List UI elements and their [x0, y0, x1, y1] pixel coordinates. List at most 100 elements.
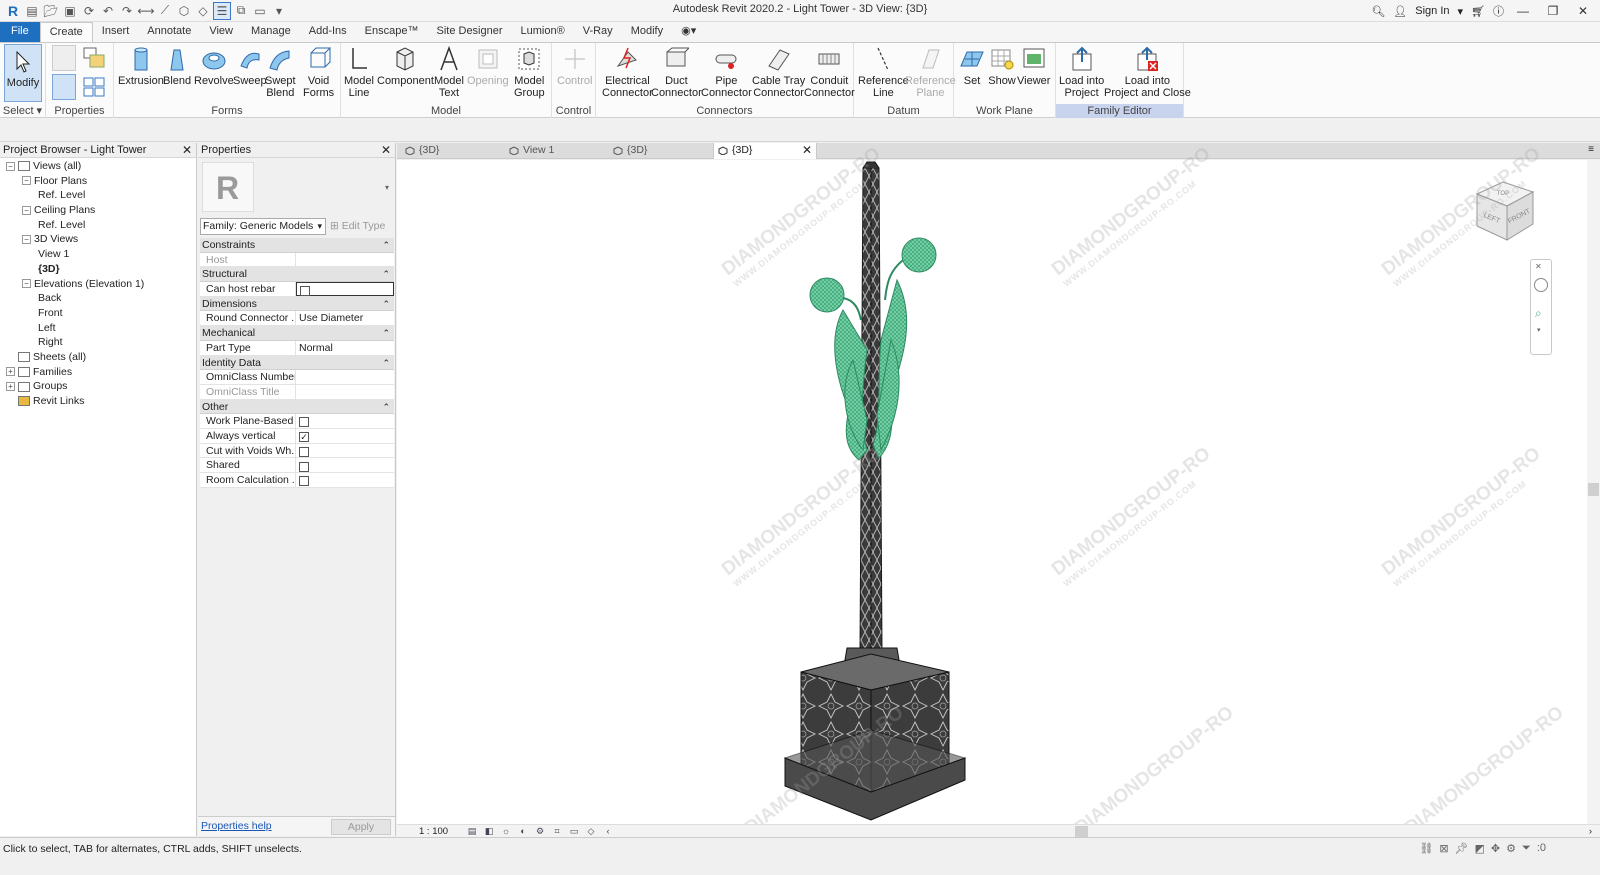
- minimize-button[interactable]: —: [1512, 4, 1534, 18]
- vertical-scrollbar[interactable]: [1587, 160, 1600, 824]
- select-underlay-icon[interactable]: ⊠: [1439, 842, 1448, 855]
- close-icon[interactable]: ✕: [182, 143, 192, 158]
- viewer-button[interactable]: Viewer: [1017, 45, 1050, 87]
- background-processes-icon[interactable]: ⚙: [1506, 842, 1516, 855]
- pipe-connector-button[interactable]: Pipe Connector: [701, 45, 752, 99]
- select-group-title[interactable]: Select ▾: [0, 104, 45, 119]
- duct-connector-button[interactable]: Duct Connector: [651, 45, 702, 99]
- revit-logo-icon[interactable]: R: [4, 2, 22, 20]
- edit-type-button[interactable]: ⊞ Edit Type: [330, 218, 385, 236]
- tree-item[interactable]: Left: [0, 321, 196, 336]
- close-hidden-windows-icon[interactable]: ⧉: [232, 2, 250, 20]
- tab-view[interactable]: View: [200, 22, 242, 42]
- component-button[interactable]: Component: [377, 45, 434, 87]
- property-category[interactable]: Other ⌃: [200, 399, 394, 415]
- thin-lines-icon[interactable]: ☰: [213, 1, 231, 20]
- restore-button[interactable]: ❐: [1542, 4, 1564, 18]
- checkbox[interactable]: [299, 446, 309, 457]
- checkbox[interactable]: [299, 476, 309, 487]
- ribbon-display-toggle[interactable]: ◉▾: [672, 22, 705, 42]
- 3d-view-canvas[interactable]: TOP LEFT FRONT DIAMONDGROUP-RO WWW.DIAMON…: [397, 143, 1600, 839]
- property-category[interactable]: Structural ⌃: [200, 267, 394, 283]
- tab-insert[interactable]: Insert: [93, 22, 139, 42]
- tab-annotate[interactable]: Annotate: [138, 22, 200, 42]
- property-value[interactable]: [296, 444, 394, 458]
- nav-close-icon[interactable]: ✕: [1535, 262, 1542, 271]
- tag-icon[interactable]: ◇: [194, 2, 212, 20]
- property-category[interactable]: Mechanical ⌃: [200, 326, 394, 341]
- expand-icon[interactable]: +: [6, 382, 15, 392]
- family-selector[interactable]: Family: Generic Models ▾: [200, 218, 326, 235]
- checkbox[interactable]: [299, 417, 309, 428]
- user-icon[interactable]: 👤︎: [1393, 5, 1407, 18]
- expand-icon[interactable]: +: [6, 367, 15, 377]
- view-tab[interactable]: View 1: [505, 143, 609, 159]
- property-value[interactable]: [296, 282, 394, 297]
- vertical-scrollbar-thumb[interactable]: [1588, 483, 1599, 496]
- void-forms-button[interactable]: Void Forms: [303, 45, 334, 99]
- redo-icon[interactable]: ↷: [118, 2, 136, 20]
- save-icon[interactable]: ▣: [61, 2, 79, 20]
- tree-item[interactable]: − Elevations (Elevation 1): [0, 277, 196, 292]
- collapse-icon[interactable]: ⌃: [382, 297, 390, 312]
- tab-file[interactable]: File: [0, 22, 40, 42]
- select-pinned-icon[interactable]: 📌︎: [1455, 842, 1469, 855]
- collapse-icon[interactable]: −: [22, 279, 31, 289]
- tabs-menu-icon[interactable]: ≡: [1588, 144, 1594, 155]
- tree-item[interactable]: Sheets (all): [0, 350, 196, 365]
- sync-icon[interactable]: ⟳: [80, 2, 98, 20]
- property-value[interactable]: [296, 458, 394, 472]
- drag-on-selection-icon[interactable]: ✥: [1491, 842, 1500, 855]
- tree-item[interactable]: Front: [0, 306, 196, 321]
- model-group-button[interactable]: Model Group: [514, 45, 545, 99]
- steering-wheel-icon[interactable]: [1534, 278, 1548, 292]
- property-category[interactable]: Constraints ⌃: [200, 238, 394, 253]
- conduit-connector-button[interactable]: Conduit Connector: [804, 45, 855, 99]
- shadows-icon[interactable]: ◐: [516, 826, 530, 836]
- render-icon[interactable]: ⚙: [533, 826, 547, 836]
- tree-item[interactable]: Back: [0, 291, 196, 306]
- blend-button[interactable]: Blend: [163, 45, 191, 87]
- help-icon[interactable]: ⓘ: [1493, 3, 1504, 19]
- close-button[interactable]: ✕: [1572, 4, 1594, 18]
- filter-icon[interactable]: ⏷: [1522, 842, 1531, 855]
- visual-style-icon[interactable]: ◧: [482, 826, 496, 836]
- sun-path-icon[interactable]: ☼: [499, 826, 513, 836]
- tree-item[interactable]: Ref. Level: [0, 218, 196, 233]
- home-icon[interactable]: ▤: [23, 2, 41, 20]
- checkbox[interactable]: [299, 461, 309, 472]
- collapse-icon[interactable]: −: [22, 235, 31, 245]
- tree-item[interactable]: − Views (all): [0, 159, 196, 174]
- revolve-button[interactable]: Revolve: [194, 45, 234, 87]
- type-selector-dropdown-icon[interactable]: ▾: [385, 183, 389, 192]
- family-types-icon[interactable]: [52, 45, 76, 71]
- select-by-face-icon[interactable]: ◩: [1475, 842, 1485, 855]
- collapse-icon[interactable]: ⌃: [382, 238, 390, 253]
- property-value[interactable]: Normal: [296, 341, 394, 355]
- tab-v-ray[interactable]: V-Ray: [574, 22, 622, 42]
- tree-item[interactable]: − Floor Plans: [0, 174, 196, 189]
- tree-item[interactable]: − Ceiling Plans: [0, 203, 196, 218]
- property-category[interactable]: Identity Data ⌃: [200, 355, 394, 371]
- apply-button[interactable]: Apply: [331, 819, 391, 835]
- tab-site-designer[interactable]: Site Designer: [427, 22, 511, 42]
- collapse-icon[interactable]: ⌃: [382, 356, 390, 371]
- property-value[interactable]: [296, 414, 394, 428]
- modify-button[interactable]: Modify: [4, 44, 42, 102]
- properties-help-link[interactable]: Properties help: [201, 820, 272, 832]
- collapse-icon[interactable]: ⌃: [382, 267, 390, 282]
- tab-manage[interactable]: Manage: [242, 22, 300, 42]
- tree-item[interactable]: −3D Views: [0, 232, 196, 247]
- property-value[interactable]: ✓: [296, 429, 394, 443]
- load-into-project-and-close-button[interactable]: Load into Project and Close: [1104, 45, 1191, 99]
- tree-item[interactable]: + Families: [0, 365, 196, 380]
- default-3d-view-icon[interactable]: ⬡: [175, 2, 193, 20]
- tab-modify[interactable]: Modify: [622, 22, 672, 42]
- tree-item[interactable]: Right: [0, 335, 196, 350]
- type-properties-icon[interactable]: [82, 74, 106, 100]
- viewcube[interactable]: TOP LEFT FRONT: [1473, 178, 1537, 244]
- nav-menu-icon[interactable]: ▾: [1537, 326, 1541, 334]
- checkbox[interactable]: [300, 286, 310, 297]
- collapse-icon[interactable]: −: [6, 161, 15, 171]
- customize-qat-icon[interactable]: ▾: [270, 2, 288, 20]
